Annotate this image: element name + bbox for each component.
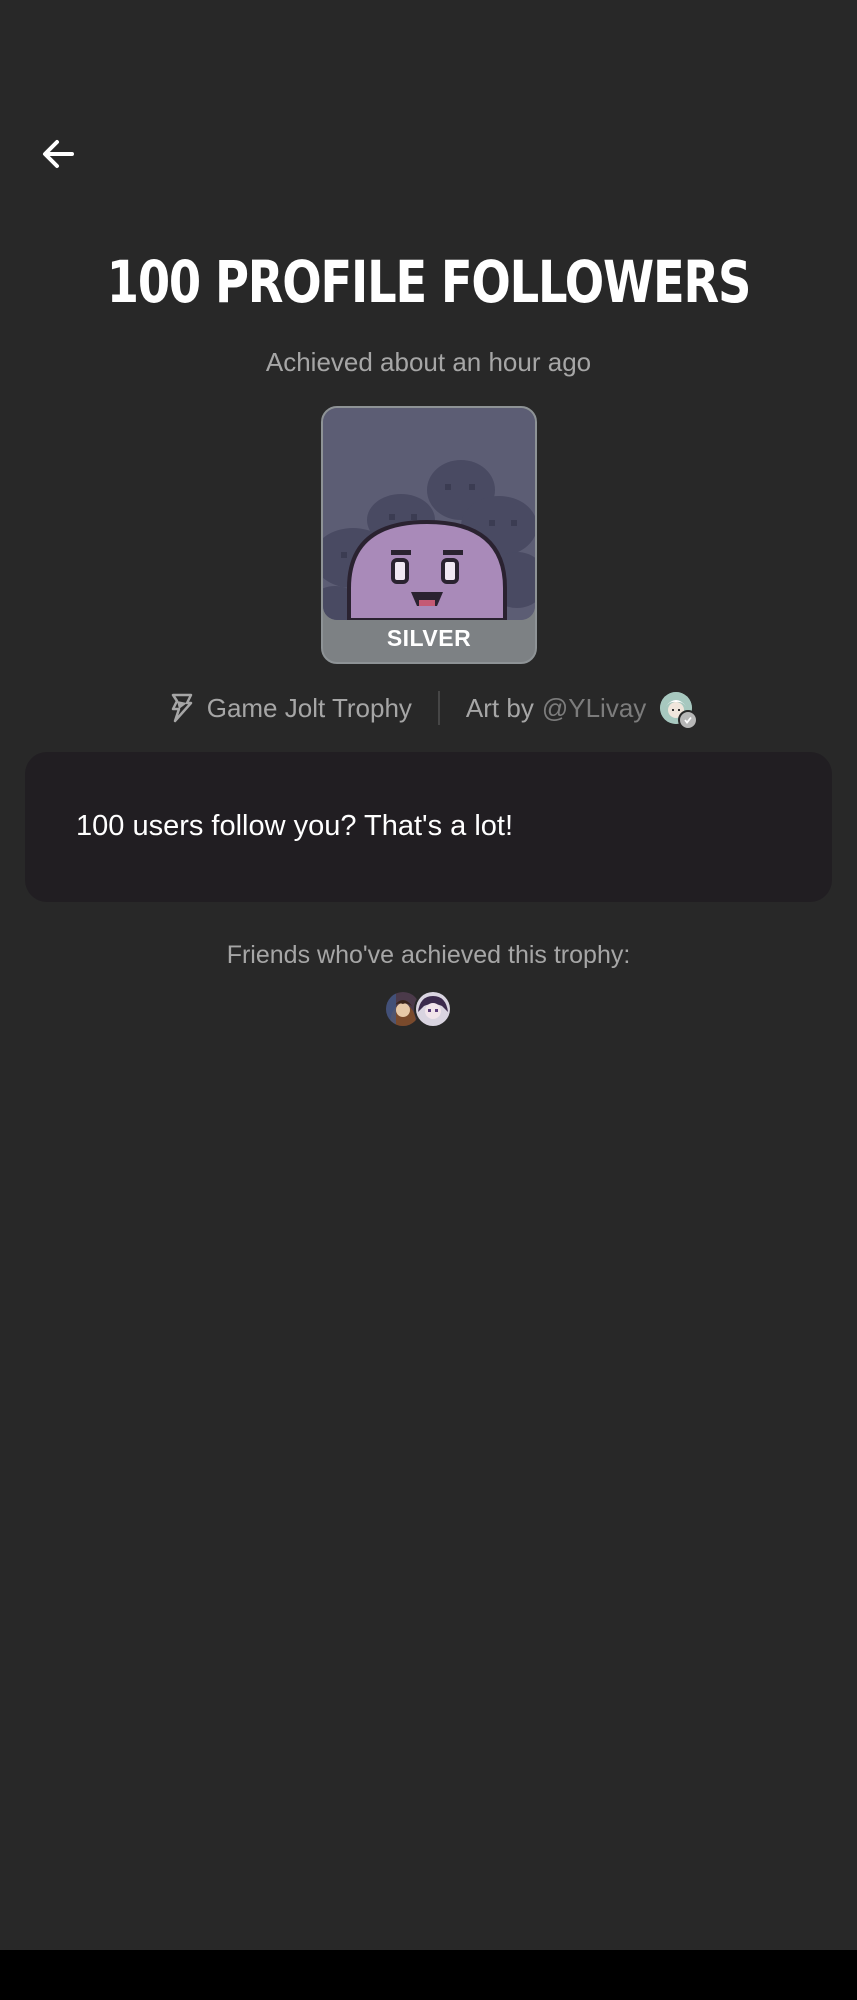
trophy-meta-row: Game Jolt Trophy Art by @YLivay: [0, 686, 857, 730]
artist-credit: Art by @YLivay: [465, 692, 699, 730]
trophy-thumbnail[interactable]: SILVER: [321, 406, 537, 664]
meta-divider: [437, 691, 440, 725]
game-jolt-bolt-icon: [171, 693, 192, 723]
arrow-left-icon: [43, 140, 74, 168]
art-by-label: Art by: [465, 692, 534, 723]
achieved-time: Achieved about an hour ago: [265, 347, 592, 377]
system-navigation-bar: [0, 1950, 857, 2000]
verified-badge-icon: [678, 710, 699, 730]
trophy-tier-label: SILVER: [386, 625, 472, 651]
friends-avatar-list: [384, 990, 452, 1028]
trophy-description-card: 100 users follow you? That's a lot!: [25, 752, 832, 902]
trophy-description: 100 users follow you? That's a lot!: [76, 810, 514, 842]
artist-handle-link[interactable]: @YLivay: [542, 693, 646, 724]
trophy-artwork-image: [323, 408, 535, 620]
trophy-source: Game Jolt Trophy: [165, 693, 412, 724]
friend-avatar[interactable]: [414, 990, 452, 1028]
artist-avatar[interactable]: [660, 692, 699, 730]
friends-achieved-label: Friends who've achieved this trophy:: [226, 941, 631, 969]
trophy-title: 100 PROFILE FOLLOWERS: [106, 248, 752, 316]
back-button[interactable]: [32, 128, 84, 180]
trophy-source-label: Game Jolt Trophy: [206, 692, 412, 723]
